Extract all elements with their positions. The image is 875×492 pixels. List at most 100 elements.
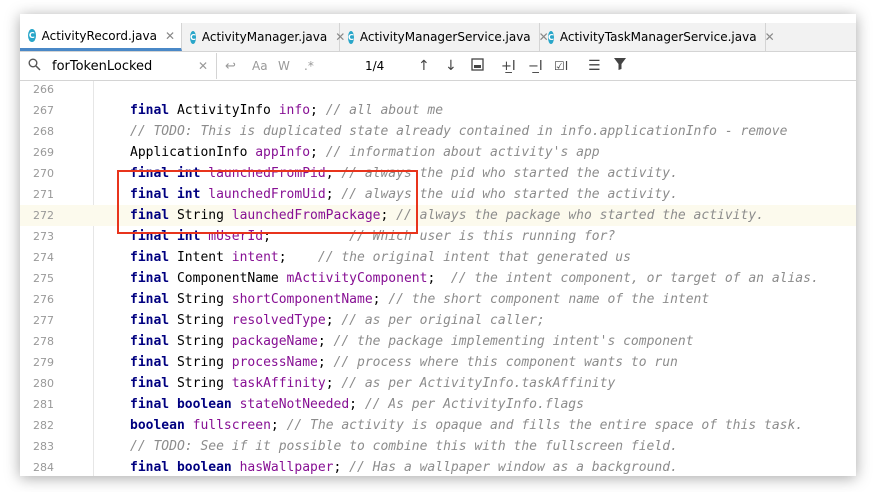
code-comment: // as per original caller; [341,313,545,328]
tab-activity-manager-service[interactable]: C ActivityManagerService.java ✕ [340,23,549,51]
code-line: 282 boolean fullscreen; // The activity i… [20,415,856,436]
line-number: 277 [33,314,54,327]
filter-options-icon[interactable]: ☰ [588,58,601,74]
line-number: 268 [33,125,54,138]
line-number: 279 [33,356,54,369]
code-text: final ComponentName mActivityComponent; … [130,268,819,289]
select-all-occurrences-icon[interactable] [471,58,484,75]
code-text: final String packageName; // the package… [130,331,694,352]
code-keyword: final [130,313,177,328]
tab-activity-manager[interactable]: C ActivityManager.java ✕ [182,23,345,51]
code-token: Intent [176,250,232,265]
code-token: ; [278,250,318,265]
filter-icon[interactable] [614,58,626,74]
tab-label: ActivityManager.java [201,30,328,44]
line-number: 266 [33,83,54,96]
next-occurrence-icon[interactable]: ↓ [445,58,457,74]
find-bar: forTokenLocked ✕ ↩ Aa W .* 1/4 ↑ ↓ +̲I −… [20,52,856,81]
code-line: 269 ApplicationInfo appInfo; // informati… [20,142,856,163]
editor-tab-bar: C ActivityRecord.java ✕ C ActivityManage… [20,23,856,52]
code-text: ApplicationInfo appInfo; // information … [130,142,600,163]
code-keyword: final [130,271,177,286]
match-count: 1/4 [365,59,385,73]
match-case-toggle[interactable]: Aa [252,59,268,73]
code-comment: // Has a wallpaper window as a backgroun… [349,460,678,475]
code-line: 277 final String resolvedType; // as per … [20,310,856,331]
code-keyword: final boolean [130,460,240,475]
new-line-icon[interactable]: ↩ [225,59,236,74]
code-field: stateNotNeeded [239,397,350,412]
regex-toggle[interactable]: .* [304,59,314,73]
code-token: ; [310,103,326,118]
java-class-icon: C [548,30,554,44]
code-line: 283 // TODO: See if it possible to combin… [20,436,856,457]
search-icon [28,58,44,74]
code-keyword: final boolean [130,397,240,412]
code-token: ; [325,313,342,328]
code-text: final boolean stateNotNeeded; // As per … [130,394,584,415]
code-text: final boolean hasWallpaper; // Has a wal… [130,457,678,476]
code-line: 268 // TODO: This is duplicated state alr… [20,121,856,142]
code-comment: // the package implementing intent's com… [333,334,694,349]
select-all-icon[interactable]: ☑I [554,59,568,73]
code-keyword: final [130,376,177,391]
code-token: ApplicationInfo [130,145,256,160]
annotation-highlight-box [117,170,418,234]
close-icon[interactable]: ✕ [765,30,775,44]
ide-window: C ActivityRecord.java ✕ C ActivityManage… [20,14,856,476]
line-number: 267 [33,104,54,117]
line-number: 276 [33,293,54,306]
tab-activity-task-manager-service[interactable]: C ActivityTaskManagerService.java ✕ [540,23,775,51]
code-line: 280 final String taskAffinity; // as per … [20,373,856,394]
add-occurrence-icon[interactable]: +̲I [501,59,516,74]
code-token: String [176,313,232,328]
code-comment: // as per ActivityInfo.taskAffinity [341,376,616,391]
code-comment: // the short component name of the inten… [388,292,710,307]
code-token: ; [310,145,326,160]
code-token: ActivityInfo [176,103,279,118]
line-number: 275 [33,272,54,285]
line-number: 274 [33,251,54,264]
java-class-icon: C [348,30,354,44]
code-comment: // information about activity's app [325,145,600,160]
code-line: 278 final String packageName; // the pack… [20,331,856,352]
code-token: ComponentName [176,271,287,286]
code-line: 275 final ComponentName mActivityComponen… [20,268,856,289]
code-field: info [278,103,311,118]
code-keyword: final [130,250,177,265]
code-line: 281 final boolean stateNotNeeded; // As p… [20,394,856,415]
search-input[interactable]: forTokenLocked ✕ [20,53,217,79]
code-text: final String processName; // process whe… [130,352,678,373]
code-line: 279 final String processName; // process … [20,352,856,373]
code-field: packageName [231,334,318,349]
code-token: ; [325,376,342,391]
remove-occurrence-icon[interactable]: −̲I [528,59,543,74]
code-token: String [176,355,232,370]
whole-words-toggle[interactable]: W [278,59,290,73]
code-text: final String taskAffinity; // as per Act… [130,373,615,394]
clear-search-icon[interactable]: ✕ [198,59,208,73]
line-number: 281 [33,398,54,411]
close-icon[interactable]: ✕ [165,29,175,43]
code-token: ; [333,460,350,475]
code-keyword: final [130,103,177,118]
previous-occurrence-icon[interactable]: ↑ [418,58,430,74]
code-field: processName [231,355,318,370]
code-field: mActivityComponent [286,271,428,286]
tab-label: ActivityTaskManagerService.java [559,30,757,44]
tab-activity-record[interactable]: C ActivityRecord.java ✕ [20,23,182,51]
code-text: // TODO: See if it possible to combine t… [130,436,678,457]
code-line: 274 final Intent intent; // the original … [20,247,856,268]
line-number: 269 [33,146,54,159]
code-comment: // TODO: See if it possible to combine t… [130,439,678,454]
code-keyword: final [130,292,177,307]
line-number: 278 [33,335,54,348]
line-number: 284 [33,461,54,474]
code-line: 284 final boolean hasWallpaper; // Has a … [20,457,856,476]
code-editor[interactable]: 266 267 final ActivityInfo info; // all ab… [20,81,856,476]
code-comment: // the intent component, or target of an… [450,271,819,286]
code-text: boolean fullscreen; // The activity is o… [130,415,803,436]
code-token: ; [317,334,334,349]
code-text: // TODO: This is duplicated state alread… [130,121,787,142]
line-number: 280 [33,377,54,390]
